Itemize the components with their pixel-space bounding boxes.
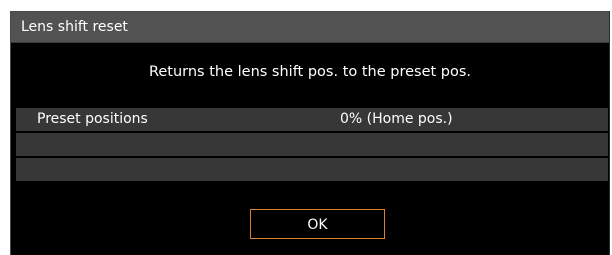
lens-shift-reset-dialog: Lens shift reset Returns the lens shift …: [10, 11, 610, 255]
empty-row-2: [16, 158, 608, 181]
preset-positions-value: 0% (Home pos.): [340, 111, 453, 127]
dialog-message: Returns the lens shift pos. to the prese…: [148, 64, 472, 80]
dialog-title: Lens shift reset: [11, 12, 609, 43]
preset-table: Preset positions 0% (Home pos.): [16, 108, 608, 183]
preset-positions-row[interactable]: Preset positions 0% (Home pos.): [16, 108, 608, 131]
empty-row-1: [16, 133, 608, 156]
preset-positions-label: Preset positions: [37, 111, 148, 127]
ok-button[interactable]: OK: [250, 209, 385, 239]
